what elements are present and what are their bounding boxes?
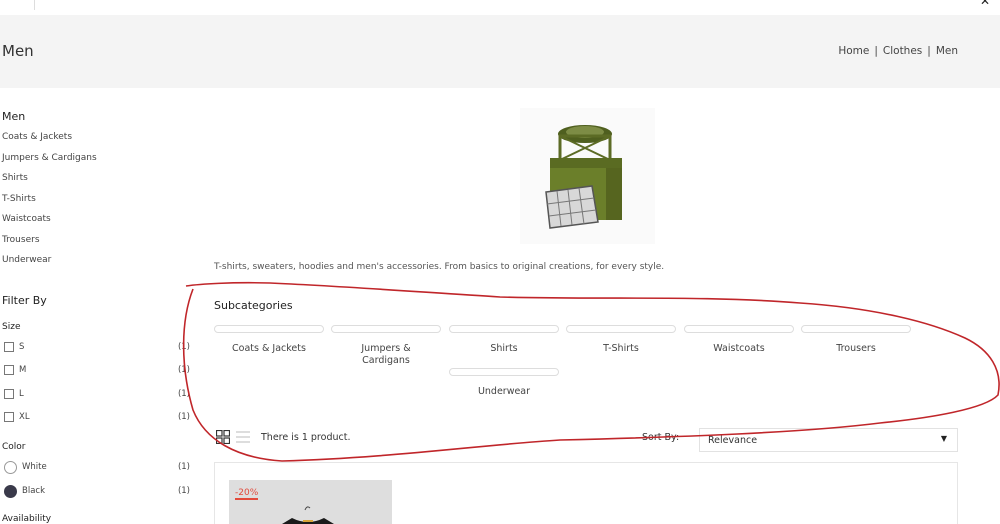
- caret-down-icon: ▼: [940, 434, 947, 443]
- breadcrumb: Home | Clothes | Men: [838, 45, 958, 57]
- breadcrumb-divider: |: [874, 45, 878, 57]
- sidebar-heading: Men: [2, 110, 26, 123]
- color-label: Black: [22, 486, 45, 496]
- size-filter-xl[interactable]: XL (1): [4, 410, 190, 424]
- breadcrumb-home[interactable]: Home: [838, 45, 869, 57]
- sidebar-item-underwear[interactable]: Underwear: [2, 253, 192, 274]
- feeder-device-illustration: [545, 125, 622, 229]
- subcategory-label[interactable]: Jumpers & Cardigans: [331, 343, 441, 367]
- facet-count: (1): [177, 342, 190, 352]
- product-list-toolbar: There is 1 product. Sort By: Relevance ▼: [214, 426, 958, 454]
- category-description: T-shirts, sweaters, hoodies and men's ac…: [214, 262, 665, 272]
- breadcrumb-divider: |: [927, 45, 931, 57]
- page-banner: Men Home | Clothes | Men: [0, 15, 1000, 88]
- page-title: Men: [2, 42, 34, 60]
- subcategory-trousers[interactable]: Trousers: [801, 325, 911, 355]
- list-view-icon[interactable]: [236, 431, 250, 443]
- color-swatch-black[interactable]: [4, 484, 17, 498]
- subcategory-thumbnail[interactable]: [566, 325, 676, 333]
- checkbox[interactable]: [4, 389, 14, 399]
- size-facet-title: Size: [2, 322, 21, 332]
- subcategory-thumbnail[interactable]: [214, 325, 324, 333]
- filter-by-heading: Filter By: [2, 294, 47, 307]
- breadcrumb-clothes[interactable]: Clothes: [883, 45, 922, 57]
- subcategory-thumbnail[interactable]: [801, 325, 911, 333]
- subcategory-thumbnail[interactable]: [331, 325, 441, 333]
- sidebar-item-trousers[interactable]: Trousers: [2, 233, 192, 254]
- sidebar-item-waistcoats[interactable]: Waistcoats: [2, 212, 192, 233]
- breadcrumb-current: Men: [935, 45, 958, 57]
- facet-count: (1): [177, 412, 190, 422]
- subcategory-label[interactable]: T-Shirts: [566, 343, 676, 355]
- subcategory-jumpers-cardigans[interactable]: Jumpers & Cardigans: [331, 325, 441, 367]
- color-filter-white[interactable]: White (1): [4, 460, 190, 474]
- subcategory-coats-jackets[interactable]: Coats & Jackets: [214, 325, 324, 355]
- subcategory-t-shirts[interactable]: T-Shirts: [566, 325, 676, 355]
- top-bar-divider: [34, 0, 35, 10]
- sort-value: Relevance: [708, 435, 758, 446]
- subcategory-label[interactable]: Underwear: [449, 386, 559, 398]
- discount-badge: -20%: [235, 488, 259, 500]
- color-facet-title: Color: [2, 442, 26, 452]
- grid-view-icon[interactable]: [216, 430, 230, 444]
- close-icon[interactable]: ✕: [980, 0, 990, 8]
- checkbox[interactable]: [4, 365, 14, 375]
- size-filter-m[interactable]: M (1): [4, 363, 190, 377]
- size-label: XL: [19, 412, 30, 422]
- subcategory-shirts[interactable]: Shirts: [449, 325, 559, 355]
- subcategory-label[interactable]: Shirts: [449, 343, 559, 355]
- product-card[interactable]: -20%: [229, 480, 392, 524]
- facet-count: (1): [177, 486, 190, 496]
- subcategory-thumbnail[interactable]: [684, 325, 794, 333]
- subcategory-label[interactable]: Coats & Jackets: [214, 343, 324, 355]
- color-label: White: [22, 462, 47, 472]
- tshirt-product-image[interactable]: [272, 504, 342, 524]
- subcategory-thumbnail[interactable]: [449, 368, 559, 376]
- sort-select[interactable]: Relevance ▼: [699, 428, 958, 452]
- color-swatch-white[interactable]: [4, 460, 17, 474]
- subcategories-heading: Subcategories: [214, 299, 293, 312]
- facet-count: (1): [177, 462, 190, 472]
- sidebar-item-jumpers-cardigans[interactable]: Jumpers & Cardigans: [2, 151, 192, 172]
- product-grid: -20%: [214, 462, 958, 524]
- subcategory-underwear[interactable]: Underwear: [449, 368, 559, 398]
- checkbox[interactable]: [4, 342, 14, 352]
- size-label: L: [19, 389, 24, 399]
- size-filter-l[interactable]: L (1): [4, 387, 190, 401]
- top-bar: ✕: [0, 0, 1000, 15]
- color-filter-black[interactable]: Black (1): [4, 484, 190, 498]
- facet-count: (1): [177, 365, 190, 375]
- subcategory-label[interactable]: Trousers: [801, 343, 911, 355]
- product-count: There is 1 product.: [261, 432, 351, 443]
- category-sidebar: Men Coats & Jackets Jumpers & Cardigans …: [2, 110, 192, 274]
- category-hero-image: [520, 108, 655, 244]
- sidebar-item-shirts[interactable]: Shirts: [2, 171, 192, 192]
- size-filter-s[interactable]: S (1): [4, 340, 190, 354]
- sidebar-item-coats-jackets[interactable]: Coats & Jackets: [2, 130, 192, 151]
- subcategory-waistcoats[interactable]: Waistcoats: [684, 325, 794, 355]
- size-label: S: [19, 342, 25, 352]
- size-label: M: [19, 365, 27, 375]
- checkbox[interactable]: [4, 412, 14, 422]
- availability-facet-title: Availability: [2, 514, 52, 524]
- facet-count: (1): [177, 389, 190, 399]
- sort-label: Sort By:: [642, 432, 680, 443]
- subcategory-thumbnail[interactable]: [449, 325, 559, 333]
- subcategory-label[interactable]: Waistcoats: [684, 343, 794, 355]
- sidebar-item-t-shirts[interactable]: T-Shirts: [2, 192, 192, 213]
